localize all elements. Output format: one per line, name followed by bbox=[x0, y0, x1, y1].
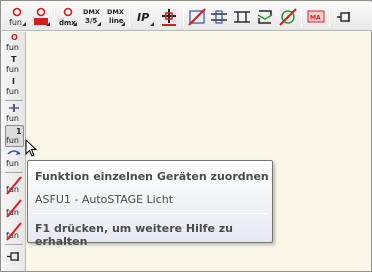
toolbar-separator bbox=[329, 7, 330, 27]
svg-text:fun: fun bbox=[6, 65, 19, 74]
connector-icon[interactable] bbox=[232, 6, 252, 28]
svg-text:fun: fun bbox=[6, 136, 19, 145]
fun-plus-icon[interactable]: fun bbox=[5, 103, 24, 125]
svg-text:fun: fun bbox=[6, 43, 19, 52]
add-device-icon[interactable] bbox=[159, 6, 179, 28]
dmx-line-icon[interactable]: DMX line bbox=[106, 6, 126, 28]
tooltip-divider bbox=[33, 213, 267, 214]
fun-one-icon[interactable]: 1 fun bbox=[5, 125, 24, 147]
svg-text:fun: fun bbox=[6, 114, 19, 123]
toolbar-separator bbox=[5, 172, 23, 173]
tooltip: Funktion einzelnen Geräten zuordnen ASFU… bbox=[27, 160, 273, 248]
toolbar-separator bbox=[5, 244, 23, 245]
fun-cross-icon[interactable]: fun bbox=[5, 174, 24, 196]
svg-text:T: T bbox=[11, 55, 17, 64]
delete-fun-icon[interactable] bbox=[278, 6, 298, 28]
tooltip-help-text: F1 drücken, um weitere Hilfe zu erhalten bbox=[35, 222, 233, 248]
svg-text:IP: IP bbox=[137, 11, 149, 24]
tooltip-title: Funktion einzelnen Geräten zuordnen bbox=[35, 170, 269, 183]
ma-icon[interactable]: MA bbox=[306, 6, 326, 28]
toolbar-separator bbox=[5, 100, 23, 101]
fun-assign-icon[interactable]: fun bbox=[5, 148, 24, 170]
fun-outlet-icon[interactable]: fun bbox=[7, 6, 27, 28]
top-toolbar: fun dmx DMX 3/5 DMX line IP MA bbox=[2, 2, 372, 31]
ip-address-icon[interactable]: IP bbox=[135, 6, 155, 28]
svg-text:MA: MA bbox=[310, 15, 321, 22]
toolbar-separator bbox=[301, 7, 302, 27]
fun-i-icon[interactable]: I fun bbox=[5, 76, 24, 98]
svg-text:DMX: DMX bbox=[107, 8, 124, 16]
toolbar-separator bbox=[54, 7, 55, 27]
fun-cross-3-icon[interactable]: fun bbox=[5, 220, 24, 242]
cross-fun-icon[interactable] bbox=[187, 6, 207, 28]
fun-t-icon[interactable]: T fun bbox=[5, 54, 24, 76]
svg-text:fun: fun bbox=[6, 159, 19, 168]
toolbar-separator bbox=[183, 7, 184, 27]
svg-text:1: 1 bbox=[16, 127, 22, 136]
fun-outlet-red-icon[interactable] bbox=[31, 6, 51, 28]
svg-text:DMX: DMX bbox=[83, 8, 100, 16]
svg-text:fun: fun bbox=[6, 87, 19, 96]
application-window: fun dmx DMX 3/5 DMX line IP MA O fun T f… bbox=[0, 0, 372, 272]
pin-icon[interactable] bbox=[335, 6, 355, 28]
fun-cross-2-icon[interactable]: fun bbox=[5, 197, 24, 219]
fun-o-icon[interactable]: O fun bbox=[5, 32, 24, 54]
tooltip-body: ASFU1 - AutoSTAGE Licht bbox=[35, 193, 174, 206]
dmx-outlet-icon[interactable]: dmx bbox=[58, 6, 78, 28]
toolbar-separator bbox=[129, 7, 130, 27]
svg-text:fun: fun bbox=[9, 18, 22, 27]
swap-horizontal-icon[interactable] bbox=[209, 6, 229, 28]
left-toolbar: O fun T fun I fun fun 1 fun fun fun fun … bbox=[2, 32, 26, 271]
dmx-3-5-icon[interactable]: DMX 3/5 bbox=[82, 6, 102, 28]
pin-icon[interactable] bbox=[5, 246, 24, 268]
replace-icon[interactable] bbox=[255, 6, 275, 28]
mouse-cursor-icon bbox=[25, 139, 38, 157]
svg-text:line: line bbox=[109, 17, 124, 25]
svg-text:I: I bbox=[12, 77, 15, 86]
svg-text:3/5: 3/5 bbox=[85, 17, 97, 25]
svg-text:O: O bbox=[11, 33, 18, 42]
